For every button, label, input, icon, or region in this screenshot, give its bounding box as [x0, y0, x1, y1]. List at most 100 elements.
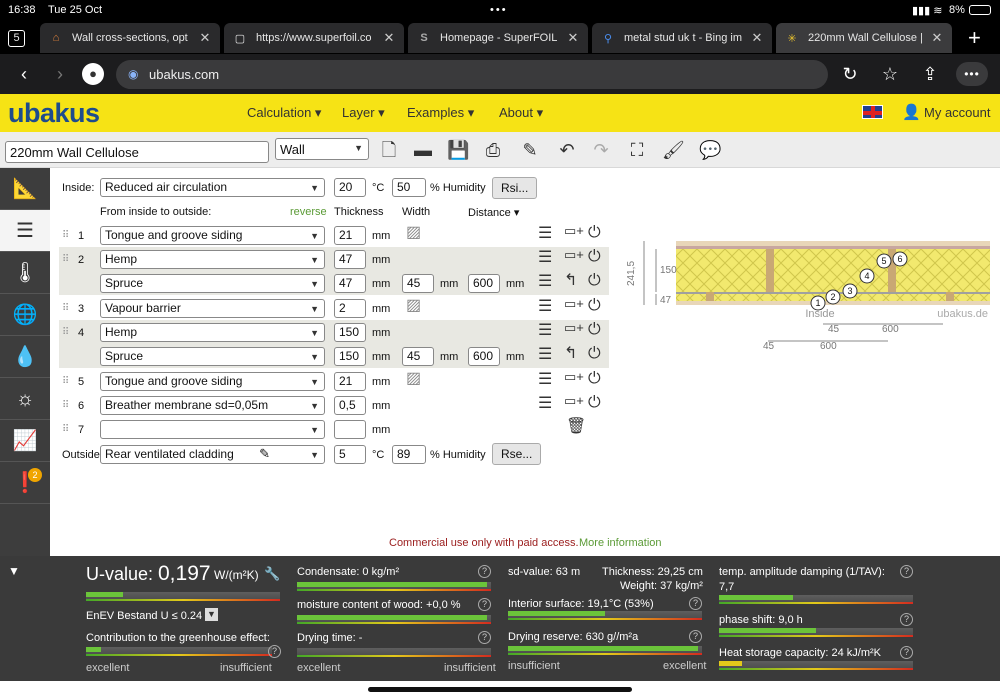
row-menu-icon[interactable]: ☰	[538, 226, 552, 242]
help-icon[interactable]: ?	[900, 613, 913, 626]
layer-material-select[interactable]	[100, 420, 325, 439]
pencil-icon[interactable]: ✎	[259, 447, 270, 460]
row-menu-icon[interactable]: ☰	[538, 323, 552, 339]
layer-distance-input[interactable]: 600	[468, 274, 500, 293]
sidebar-globe-icon[interactable]: 🌐	[0, 294, 50, 336]
drag-handle-icon[interactable]: ⠿	[62, 303, 69, 314]
close-icon[interactable]: ✕	[382, 30, 396, 46]
layer-thickness-input[interactable]: 21	[334, 226, 366, 245]
back-icon[interactable]: ‹	[12, 62, 36, 86]
my-account-link[interactable]: My account	[924, 105, 990, 120]
add-inhomogeneous-icon[interactable]: ▨	[406, 298, 421, 314]
ubakus-logo[interactable]: ubakus	[8, 98, 100, 129]
new-file-icon[interactable]: 🗋	[378, 139, 400, 161]
layer-thickness-input[interactable]: 150	[334, 323, 366, 342]
menu-calculation[interactable]: Calculation ▾	[247, 105, 321, 121]
layer-distance-input[interactable]: 600	[468, 347, 500, 366]
user-icon[interactable]: 👤	[902, 103, 921, 121]
help-icon[interactable]: ?	[478, 631, 491, 644]
layer-thickness-input[interactable]: 150	[334, 347, 366, 366]
sidebar-droplet-icon[interactable]: 💧	[0, 336, 50, 378]
trash-icon[interactable]: 🗑	[566, 419, 586, 435]
drag-handle-icon[interactable]: ⠿	[62, 400, 69, 411]
insert-layer-icon[interactable]: ▭+	[564, 369, 584, 385]
sidebar-dimensions-icon[interactable]: 📐	[0, 168, 50, 210]
close-icon[interactable]: ✕	[930, 30, 944, 46]
save-icon[interactable]: 💾	[447, 139, 469, 161]
row-menu-icon[interactable]: ☰	[538, 250, 552, 266]
power-icon[interactable]: ⏻	[588, 395, 601, 411]
layer-thickness-input[interactable]: 47	[334, 250, 366, 269]
row-menu-icon[interactable]: ☰	[538, 274, 552, 290]
layer-material-select[interactable]: Vapour barrier	[100, 299, 325, 318]
construction-type-select[interactable]: Wall	[275, 138, 369, 160]
insert-layer-icon[interactable]: ▭+	[564, 320, 584, 336]
rsi-button[interactable]: Rsi...	[492, 177, 538, 199]
layer-material-select[interactable]: Breather membrane sd=0,05m	[100, 396, 325, 415]
layer-width-input[interactable]: 45	[402, 347, 434, 366]
brush-icon[interactable]: 🖌	[662, 139, 685, 161]
more-dots-icon[interactable]: •••	[490, 4, 508, 16]
redo-icon[interactable]: ↷	[590, 139, 612, 161]
layer-material-select[interactable]: Tongue and groove siding	[100, 372, 325, 391]
address-field[interactable]: ◉ ubakus.com	[116, 60, 828, 89]
layer-material-select[interactable]: Tongue and groove siding	[100, 226, 325, 245]
layer-material-select[interactable]: Spruce	[100, 347, 325, 366]
tab-wall-cross-sections[interactable]: ⌂ Wall cross-sections, opt ✕	[40, 23, 220, 53]
power-icon[interactable]: ⏻	[588, 225, 601, 241]
tab-bing[interactable]: ⚲ metal stud uk t - Bing im ✕	[592, 23, 772, 53]
row-menu-icon[interactable]: ☰	[538, 299, 552, 315]
forward-icon[interactable]: ›	[48, 62, 72, 86]
help-icon[interactable]: ?	[268, 645, 281, 658]
power-icon[interactable]: ⏻	[588, 249, 601, 265]
fullscreen-icon[interactable]: ⛶	[626, 139, 648, 161]
construction-name-input[interactable]: 220mm Wall Cellulose	[5, 141, 269, 163]
drag-handle-icon[interactable]: ⠿	[62, 254, 69, 265]
outside-condition-select[interactable]: Rear ventilated cladding ✎	[100, 445, 325, 464]
tab-count-button[interactable]: 5	[8, 23, 32, 53]
sidebar-layers-icon[interactable]: ☰	[0, 210, 50, 252]
share-icon[interactable]: ⇪	[918, 62, 942, 86]
close-icon[interactable]: ✕	[750, 30, 764, 46]
help-icon[interactable]: ?	[478, 565, 491, 578]
row-menu-icon[interactable]: ☰	[538, 396, 552, 412]
outside-temperature-input[interactable]: 5	[334, 445, 366, 464]
site-info-icon[interactable]: ◉	[128, 60, 138, 89]
power-icon[interactable]: ⏻	[588, 298, 601, 314]
help-icon[interactable]: ?	[478, 598, 491, 611]
layer-thickness-input[interactable]: 2	[334, 299, 366, 318]
tab-ubakus[interactable]: ✳ 220mm Wall Cellulose | ✕	[776, 23, 952, 53]
menu-examples[interactable]: Examples ▾	[407, 105, 474, 121]
insert-layer-icon[interactable]: ▭+	[564, 247, 584, 263]
uk-flag-icon[interactable]	[862, 105, 883, 119]
inside-humidity-input[interactable]: 50	[392, 178, 426, 197]
layer-thickness-input[interactable]: 47	[334, 274, 366, 293]
new-tab-button[interactable]: +	[960, 23, 990, 53]
undo-icon[interactable]: ↶	[556, 139, 578, 161]
reverse-link[interactable]: reverse	[290, 206, 327, 218]
drag-handle-icon[interactable]: ⠿	[62, 327, 69, 338]
add-inhomogeneous-icon[interactable]: ▨	[406, 371, 421, 387]
help-icon[interactable]: ?	[689, 630, 702, 643]
sidebar-sun-icon[interactable]: ☼	[0, 378, 50, 420]
distance-header[interactable]: Distance ▾	[468, 206, 519, 219]
reload-icon[interactable]: ↻	[838, 62, 862, 86]
pdf-icon[interactable]: ⎙	[482, 139, 504, 161]
outside-humidity-input[interactable]: 89	[392, 445, 426, 464]
more-information-link[interactable]: More information	[579, 537, 662, 549]
layer-thickness-input[interactable]	[334, 420, 366, 439]
close-icon[interactable]: ✕	[198, 30, 212, 46]
layer-material-select[interactable]: Hemp	[100, 323, 325, 342]
inside-temperature-input[interactable]: 20	[334, 178, 366, 197]
collapse-icon[interactable]: ▼	[8, 564, 20, 578]
home-indicator[interactable]	[368, 687, 632, 692]
rse-button[interactable]: Rse...	[492, 443, 542, 465]
drag-handle-icon[interactable]: ⠿	[62, 376, 69, 387]
layer-material-select[interactable]: Hemp	[100, 250, 325, 269]
close-icon[interactable]: ✕	[566, 30, 580, 46]
help-icon[interactable]: ?	[689, 597, 702, 610]
layer-thickness-input[interactable]: 21	[334, 372, 366, 391]
edit-icon[interactable]: ✎	[519, 139, 541, 161]
menu-dots-icon[interactable]: •••	[956, 62, 988, 86]
rotate-icon[interactable]: ↰	[564, 273, 577, 289]
